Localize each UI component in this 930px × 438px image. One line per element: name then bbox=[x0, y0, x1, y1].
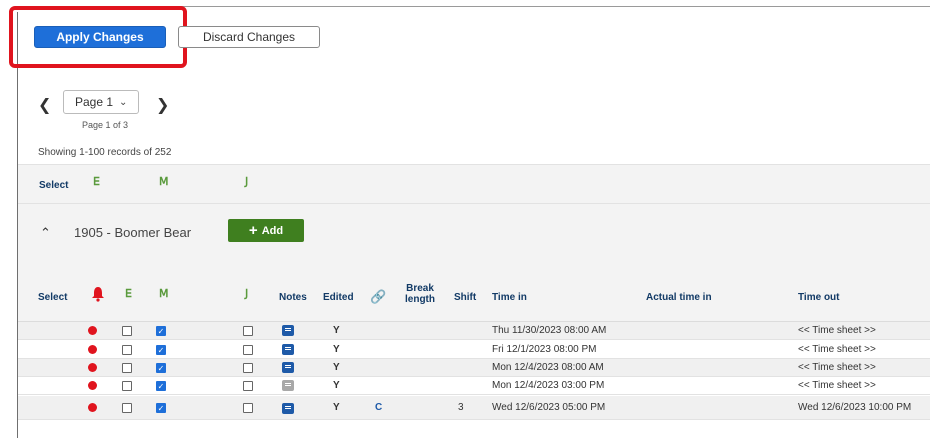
manager-approve-col-icon: 𝖬 bbox=[159, 288, 169, 300]
table-row[interactable]: ✓ Y Fri 12/1/2023 08:00 PM << Time sheet… bbox=[18, 341, 930, 359]
select-all-label[interactable]: Select bbox=[39, 180, 68, 191]
table-row[interactable]: ✓ Y Mon 12/4/2023 03:00 PM << Time sheet… bbox=[18, 377, 930, 395]
link-value[interactable]: C bbox=[375, 402, 382, 413]
page-caption: Page 1 of 3 bbox=[82, 120, 129, 130]
note-icon[interactable] bbox=[282, 344, 294, 355]
supervisor-approve-checkbox[interactable] bbox=[243, 363, 253, 373]
supervisor-approve-icon[interactable]: 𝖩 bbox=[245, 175, 248, 188]
select-bar: Select 𝖤 𝖬 𝖩 bbox=[18, 164, 930, 204]
note-icon[interactable] bbox=[282, 325, 294, 336]
time-out-value[interactable]: Wed 12/6/2023 10:00 PM bbox=[798, 402, 911, 413]
employee-group: ⌃ 1905 - Boomer Bear + Add bbox=[18, 204, 930, 272]
manager-approve-checkbox[interactable]: ✓ bbox=[156, 345, 166, 355]
note-icon[interactable] bbox=[282, 403, 294, 414]
edited-value: Y bbox=[333, 325, 340, 336]
supervisor-approve-checkbox[interactable] bbox=[243, 345, 253, 355]
time-in-value: Thu 11/30/2023 08:00 AM bbox=[492, 325, 607, 336]
note-icon[interactable] bbox=[282, 380, 294, 391]
col-edited[interactable]: Edited bbox=[323, 292, 354, 303]
edited-value: Y bbox=[333, 362, 340, 373]
manager-approve-icon[interactable]: 𝖬 bbox=[159, 175, 169, 188]
page-select-value: Page 1 bbox=[75, 95, 114, 109]
chevron-down-icon: ⌄ bbox=[119, 96, 128, 108]
alert-dot bbox=[88, 381, 97, 390]
time-in-value: Mon 12/4/2023 08:00 AM bbox=[492, 362, 604, 373]
col-select[interactable]: Select bbox=[38, 292, 67, 303]
edited-value: Y bbox=[333, 344, 340, 355]
col-time-in[interactable]: Time in bbox=[492, 292, 527, 303]
employee-approve-checkbox[interactable] bbox=[122, 403, 132, 413]
alert-dot bbox=[88, 326, 97, 335]
alert-dot bbox=[88, 345, 97, 354]
employee-approve-checkbox[interactable] bbox=[122, 326, 132, 336]
alert-dot bbox=[88, 403, 97, 412]
page-select[interactable]: Page 1 ⌄ bbox=[63, 90, 139, 114]
alert-dot bbox=[88, 363, 97, 372]
note-icon[interactable] bbox=[282, 362, 294, 373]
manager-approve-checkbox[interactable]: ✓ bbox=[156, 403, 166, 413]
shift-value: 3 bbox=[458, 402, 464, 413]
supervisor-approve-col-icon: 𝖩 bbox=[245, 288, 249, 300]
chevron-left-icon[interactable]: ❮ bbox=[38, 95, 51, 115]
employee-approve-col-icon: 𝖤 bbox=[125, 288, 132, 300]
add-button[interactable]: + Add bbox=[228, 219, 304, 242]
records-count: Showing 1-100 records of 252 bbox=[38, 147, 172, 158]
col-notes[interactable]: Notes bbox=[279, 292, 307, 303]
table-header: Select 𝖤 𝖬 𝖩 Notes Edited 🔗 Break length… bbox=[18, 272, 930, 322]
col-time-out[interactable]: Time out bbox=[798, 292, 839, 303]
add-label: Add bbox=[261, 224, 284, 237]
col-actual-time-in[interactable]: Actual time in bbox=[646, 292, 712, 303]
edited-value: Y bbox=[333, 380, 340, 391]
manager-approve-checkbox[interactable]: ✓ bbox=[156, 326, 166, 336]
table-row[interactable]: ✓ Y C 3 Wed 12/6/2023 05:00 PM Wed 12/6/… bbox=[18, 396, 930, 420]
manager-approve-checkbox[interactable]: ✓ bbox=[156, 381, 166, 391]
col-break-length-line2: length bbox=[405, 294, 435, 305]
col-break-length-line1: Break bbox=[406, 283, 434, 294]
manager-approve-checkbox[interactable]: ✓ bbox=[156, 363, 166, 373]
table-row[interactable]: ✓ Y Thu 11/30/2023 08:00 AM << Time shee… bbox=[18, 322, 930, 340]
plus-icon: + bbox=[248, 222, 258, 239]
supervisor-approve-checkbox[interactable] bbox=[243, 326, 253, 336]
link-icon: 🔗 bbox=[370, 289, 387, 304]
supervisor-approve-checkbox[interactable] bbox=[243, 381, 253, 391]
col-break-length[interactable]: Break length bbox=[405, 283, 435, 305]
employee-approve-checkbox[interactable] bbox=[122, 345, 132, 355]
employee-approve-checkbox[interactable] bbox=[122, 363, 132, 373]
chevron-right-icon[interactable]: ❯ bbox=[156, 95, 169, 115]
group-title: 1905 - Boomer Bear bbox=[74, 225, 192, 240]
bell-icon bbox=[92, 287, 104, 302]
chevron-up-icon[interactable]: ⌃ bbox=[40, 225, 51, 241]
time-in-value: Fri 12/1/2023 08:00 PM bbox=[492, 344, 597, 355]
time-in-value: Wed 12/6/2023 05:00 PM bbox=[492, 402, 606, 413]
employee-approve-icon[interactable]: 𝖤 bbox=[93, 175, 100, 188]
col-shift[interactable]: Shift bbox=[454, 292, 476, 303]
employee-approve-checkbox[interactable] bbox=[122, 381, 132, 391]
table-row[interactable]: ✓ Y Mon 12/4/2023 08:00 AM << Time sheet… bbox=[18, 359, 930, 377]
time-out-value[interactable]: << Time sheet >> bbox=[798, 344, 876, 355]
time-out-value[interactable]: << Time sheet >> bbox=[798, 325, 876, 336]
edited-value: Y bbox=[333, 402, 340, 413]
time-out-value[interactable]: << Time sheet >> bbox=[798, 362, 876, 373]
supervisor-approve-checkbox[interactable] bbox=[243, 403, 253, 413]
time-in-value: Mon 12/4/2023 03:00 PM bbox=[492, 380, 605, 391]
highlight-annotation bbox=[9, 6, 187, 68]
time-out-value[interactable]: << Time sheet >> bbox=[798, 380, 876, 391]
discard-changes-button[interactable]: Discard Changes bbox=[178, 26, 320, 48]
